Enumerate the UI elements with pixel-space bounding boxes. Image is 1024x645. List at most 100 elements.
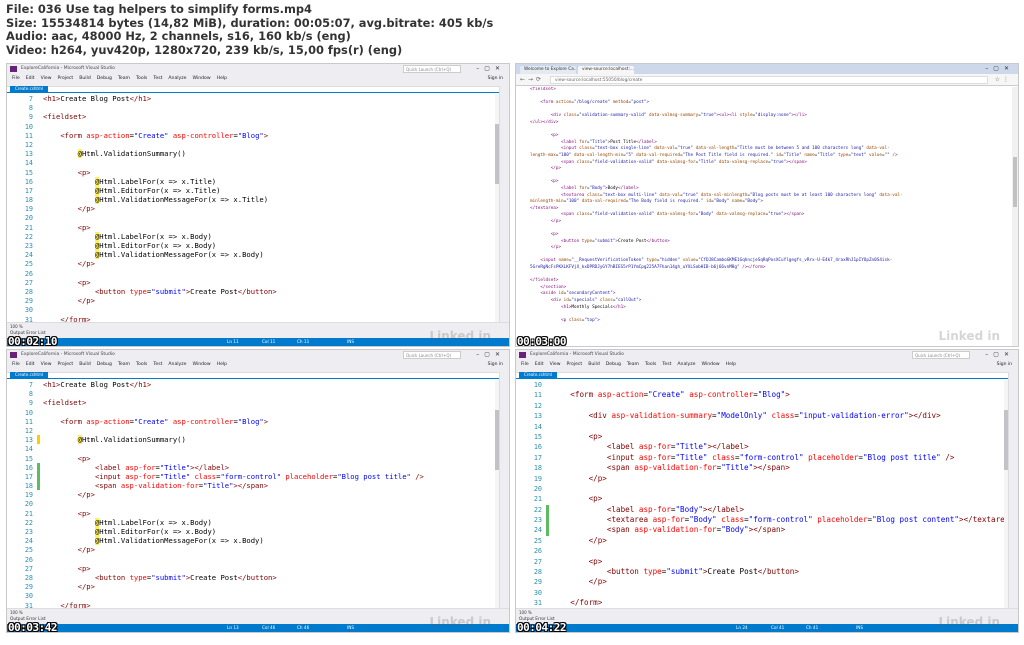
source-token: data-val-length (695, 146, 735, 152)
address-bar[interactable]: view-source:localhost:55050/blog/create (550, 76, 988, 84)
window-controls[interactable]: –▢✕ (476, 350, 505, 360)
menu-item-edit[interactable]: Edit (26, 76, 35, 81)
menu-item-team[interactable]: Team (627, 362, 639, 367)
menu-item-build[interactable]: Build (79, 76, 91, 81)
code-token-tag: <form (570, 390, 594, 400)
code-token-tag: <p> (77, 453, 91, 463)
source-line: <p class="top"> (516, 318, 1012, 325)
window-controls[interactable]: –▢✕ (476, 64, 505, 74)
solution-explorer-side-tabs[interactable] (499, 86, 509, 332)
code-line: 26 (7, 555, 495, 564)
browser-tab-welcome[interactable]: Welcome to Explore Ca... (520, 66, 576, 74)
solution-explorer-side-tabs[interactable] (499, 372, 509, 618)
code-editor[interactable]: 7 <h1>Create Blog Post</h1> 8 9 <fieldset> 10… (7, 94, 495, 322)
line-number: 26 (533, 547, 542, 556)
menu-item-test[interactable]: Test (153, 76, 162, 81)
menu-item-help[interactable]: Help (217, 76, 227, 81)
menu-item-tools[interactable]: Tools (136, 362, 147, 367)
source-token: "display:none" (755, 113, 792, 119)
menu-item-project[interactable]: Project (58, 76, 74, 81)
menu-item-team[interactable]: Team (118, 76, 130, 81)
quick-launch-input[interactable]: Quick Launch (Ctrl+Q) (403, 351, 461, 359)
change-marker (37, 389, 40, 398)
code-token-tag: <span (94, 481, 117, 491)
window-controls[interactable]: –▢✕ (985, 350, 1014, 360)
menu-item-debug[interactable]: Debug (97, 362, 112, 367)
menu-item-debug[interactable]: Debug (97, 76, 112, 81)
change-marker (37, 454, 40, 463)
code-token-attr: asp-validation-for (120, 481, 199, 491)
menu-item-file[interactable]: File (12, 76, 20, 81)
menu-item-view[interactable]: View (41, 76, 52, 81)
menu-item-debug[interactable]: Debug (606, 362, 621, 367)
browser-menu-icon[interactable]: ☆⋮ (995, 74, 1012, 86)
code-token-tag: </p> (77, 259, 95, 269)
menu-item-edit[interactable]: Edit (535, 362, 544, 367)
code-line: 31 </form> (7, 315, 495, 323)
source-token: > (597, 317, 600, 323)
menu-item-team[interactable]: Team (118, 362, 130, 367)
sign-in-link[interactable]: Sign in (488, 360, 503, 369)
menu-item-build[interactable]: Build (588, 362, 600, 367)
change-marker (37, 462, 40, 472)
menu-item-help[interactable]: Help (217, 362, 227, 367)
line-number: 21 (533, 495, 542, 504)
menu-item-help[interactable]: Help (726, 362, 736, 367)
browser-nav-icons[interactable]: ←→⟳ (520, 74, 544, 86)
menu-item-analyze[interactable]: Analyze (168, 362, 186, 367)
menu-item-view[interactable]: View (41, 362, 52, 367)
source-line: </fieldset> (516, 278, 1012, 285)
code-line: 15 <p> (7, 168, 495, 177)
source-token: </label> (636, 139, 657, 145)
vs-toolbar (7, 369, 509, 373)
source-token: "The Body field is required." (628, 199, 704, 205)
menu-item-edit[interactable]: Edit (26, 362, 35, 367)
menu-item-file[interactable]: File (12, 362, 20, 367)
menu-item-view[interactable]: View (550, 362, 561, 367)
menu-item-tools[interactable]: Tools (136, 76, 147, 81)
quick-launch-input[interactable]: Quick Launch (Ctrl+Q) (912, 351, 970, 359)
code-editor[interactable]: 10 11 <form asp-action="Create" asp-contr… (516, 380, 1004, 608)
quick-launch-input[interactable]: Quick Launch (Ctrl+Q) (403, 65, 461, 73)
source-token: "CfDJ8CamboGKME1GqhncjeSqRqPosXCuYlgegfs… (698, 258, 893, 264)
sign-in-link[interactable]: Sign in (997, 360, 1012, 369)
code-line: 15 <p> (7, 454, 495, 463)
source-token: Post Title (610, 139, 637, 145)
menu-item-project[interactable]: Project (567, 362, 583, 367)
source-line: <div id="specials" class="callOut"> (516, 298, 1012, 305)
window-controls[interactable]: –▢✕ (985, 64, 1014, 74)
code-line: 16 @Html.LabelFor(x => x.Title) (7, 176, 495, 186)
sign-in-link[interactable]: Sign in (488, 74, 503, 83)
menu-item-tools[interactable]: Tools (645, 362, 656, 367)
menu-item-window[interactable]: Window (193, 362, 211, 367)
source-token: "specials" (571, 298, 598, 303)
change-marker (546, 484, 549, 494)
code-token-tag: <button (606, 567, 639, 577)
menu-item-test[interactable]: Test (153, 362, 162, 367)
menu-item-test[interactable]: Test (662, 362, 671, 367)
menu-item-file[interactable]: File (521, 362, 529, 367)
source-token: length-max (530, 152, 556, 158)
source-token: "Title" (817, 152, 836, 158)
code-token-tag: </p> (77, 296, 95, 306)
code-editor[interactable]: 7 <h1>Create Blog Post</h1> 8 9 <fieldset> 10… (7, 380, 495, 608)
menu-item-window[interactable]: Window (193, 76, 211, 81)
code-line: 7 <h1>Create Blog Post</h1> (7, 94, 495, 103)
status-col: Col 41 (771, 625, 785, 630)
browser-tab-view-source[interactable]: view-source:localhost:... (578, 66, 634, 74)
source-line: </p> (516, 166, 1012, 173)
menu-item-analyze[interactable]: Analyze (168, 76, 186, 81)
menu-item-project[interactable]: Project (58, 362, 74, 367)
menu-item-analyze[interactable]: Analyze (677, 362, 695, 367)
menu-item-window[interactable]: Window (702, 362, 720, 367)
solution-explorer-side-tabs[interactable] (1008, 372, 1018, 618)
menu-item-build[interactable]: Build (79, 362, 91, 367)
source-token: "callOut" (615, 298, 639, 303)
browser-scrollbar[interactable] (1012, 87, 1018, 346)
source-token: class (599, 298, 613, 303)
